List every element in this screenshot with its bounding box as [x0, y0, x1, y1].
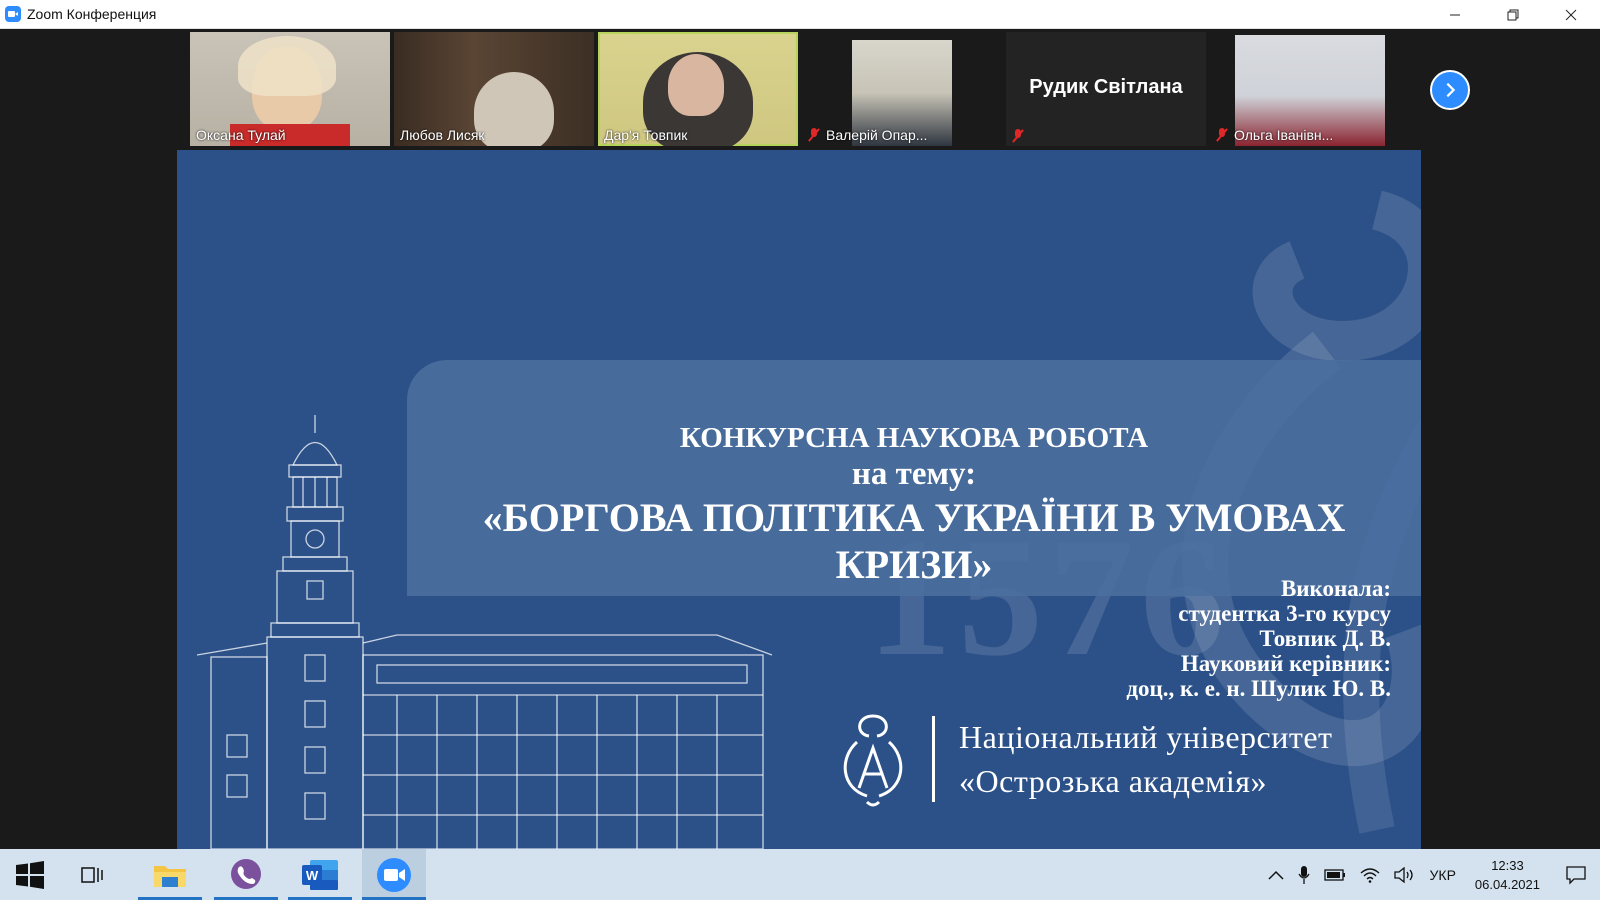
- participant-display-name: Рудик Світлана: [1029, 76, 1183, 98]
- chevron-right-icon: [1446, 82, 1456, 98]
- muted-mic-icon: [1012, 129, 1024, 143]
- zoom-app-icon: [5, 6, 21, 22]
- muted-mic-icon: [1216, 128, 1228, 142]
- clock-time: 12:33: [1491, 857, 1524, 873]
- participant-hair: [238, 36, 336, 96]
- close-icon: [1565, 9, 1577, 20]
- viber-taskbar-button[interactable]: [214, 849, 278, 900]
- word-icon: W: [302, 859, 338, 890]
- participant-tile-active[interactable]: Дар'я Товпик: [598, 32, 798, 146]
- muted-mic-icon: [808, 128, 820, 142]
- author-line: доц., к. е. н. Шулик Ю. В.: [1126, 676, 1391, 701]
- participant-name: Оксана Тулай: [196, 127, 286, 143]
- battery-icon: [1323, 868, 1345, 881]
- action-center-button[interactable]: [1552, 849, 1600, 900]
- network-tray-button[interactable]: [1353, 849, 1387, 900]
- window-controls: [1426, 0, 1600, 29]
- windows-taskbar: W УКР 12:33 06.04.2021: [0, 849, 1600, 900]
- next-participants-button[interactable]: [1430, 70, 1470, 110]
- window-title: Zoom Конференция: [27, 6, 157, 22]
- minimize-icon: [1450, 14, 1460, 15]
- speaker-icon: [1393, 866, 1413, 883]
- taskbar-clock[interactable]: 12:33 06.04.2021: [1463, 856, 1552, 894]
- logo-divider: [932, 716, 935, 802]
- microphone-tray-button[interactable]: [1291, 849, 1317, 900]
- participant-tile[interactable]: Рудик Світлана: [1006, 32, 1206, 146]
- participant-tile[interactable]: Оксана Тулай: [190, 32, 390, 146]
- microphone-icon: [1297, 865, 1310, 884]
- participant-name: [1012, 129, 1024, 143]
- wifi-icon: [1360, 867, 1379, 883]
- meeting-area: Оксана Тулай Любов Лисяк Дар'я Товпик Ва…: [0, 29, 1600, 849]
- participant-tile[interactable]: Валерій Опар...: [802, 32, 1002, 146]
- clock-date: 06.04.2021: [1474, 876, 1540, 892]
- participant-tile[interactable]: Ольга Іванівн...: [1210, 32, 1410, 146]
- chevron-up-icon: [1268, 870, 1284, 880]
- system-tray: УКР 12:33 06.04.2021: [1261, 849, 1600, 900]
- university-name: Національний університет «Острозька акад…: [959, 715, 1333, 803]
- restore-button[interactable]: [1484, 0, 1542, 29]
- participant-name: Любов Лисяк: [400, 127, 485, 143]
- zoom-icon: [377, 857, 411, 892]
- volume-tray-button[interactable]: [1387, 849, 1423, 900]
- author-line: Товпик Д. В.: [1259, 626, 1391, 651]
- notification-icon: [1566, 865, 1586, 885]
- participant-tile[interactable]: Любов Лисяк: [394, 32, 594, 146]
- minimize-button[interactable]: [1426, 0, 1484, 29]
- windows-logo-icon: [16, 860, 44, 889]
- participant-name: Ольга Іванівн...: [1216, 127, 1333, 143]
- task-view-icon: [81, 866, 103, 883]
- author-line: Науковий керівник:: [1180, 651, 1391, 676]
- window-titlebar: Zoom Конференция: [0, 0, 1600, 29]
- input-language-indicator[interactable]: УКР: [1423, 849, 1463, 900]
- svg-text:W: W: [306, 868, 319, 883]
- author-line: студентка 3-го курсу: [1178, 601, 1391, 626]
- restore-icon: [1507, 9, 1519, 20]
- battery-tray-button[interactable]: [1317, 849, 1353, 900]
- task-view-button[interactable]: [60, 849, 124, 900]
- shared-screen-slide: 1576 КОНКУРСНА НАУКОВА РОБОТА на тему: «…: [177, 150, 1421, 849]
- participant-strip: Оксана Тулай Любов Лисяк Дар'я Товпик Ва…: [190, 32, 1410, 147]
- viber-icon: [231, 858, 261, 889]
- participant-video: [474, 72, 554, 146]
- author-info: Виконала: студентка 3-го курсу Товпик Д.…: [1126, 576, 1391, 701]
- university-name-line: «Острозька академія»: [959, 763, 1267, 799]
- participant-name: Валерій Опар...: [808, 127, 927, 143]
- show-hidden-icons-button[interactable]: [1261, 849, 1291, 900]
- university-name-line: Національний університет: [959, 719, 1333, 755]
- participant-face: [668, 54, 724, 116]
- author-line: Виконала:: [1280, 576, 1391, 601]
- participant-name: Дар'я Товпик: [604, 127, 688, 143]
- university-building-illustration: [197, 415, 773, 849]
- start-button[interactable]: [0, 849, 60, 900]
- file-explorer-taskbar-button[interactable]: [138, 849, 202, 900]
- university-logo: [843, 714, 903, 807]
- word-taskbar-button[interactable]: W: [288, 849, 352, 900]
- zoom-taskbar-button[interactable]: [362, 849, 426, 900]
- folder-icon: [154, 865, 186, 887]
- close-button[interactable]: [1542, 0, 1600, 29]
